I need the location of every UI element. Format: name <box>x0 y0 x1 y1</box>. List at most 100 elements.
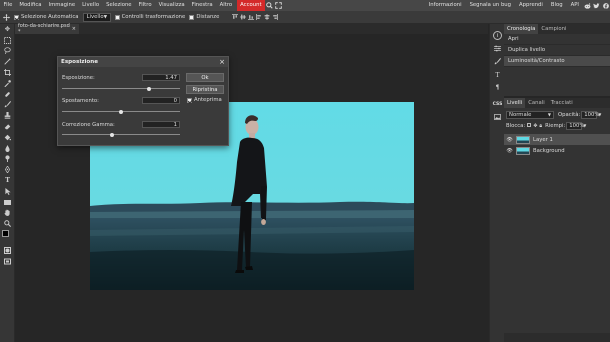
paragraph-icon[interactable]: ¶ <box>493 83 502 92</box>
blur-tool-icon[interactable] <box>0 143 15 154</box>
gamma-slider-handle[interactable] <box>109 132 114 137</box>
character-icon[interactable]: T <box>493 71 502 80</box>
menu-select[interactable]: Selezione <box>103 0 135 11</box>
search-icon[interactable] <box>265 0 274 11</box>
text-tool-icon[interactable]: T <box>0 175 15 186</box>
eye-icon[interactable]: 👁︎ <box>506 148 513 154</box>
history-item-selected[interactable]: Luminosità/Contrasto <box>504 56 610 67</box>
tab-paths[interactable]: Tracciati <box>548 98 576 108</box>
close-tab-icon[interactable]: × <box>72 26 76 32</box>
opacity-dropdown-icon[interactable]: ▼ <box>598 112 601 117</box>
ok-button[interactable]: Ok <box>186 73 224 82</box>
link-learn[interactable]: Apprendi <box>515 0 547 11</box>
menu-more[interactable]: Altro <box>216 0 235 11</box>
move-tool-icon[interactable]: ✥ <box>0 24 15 35</box>
tab-history[interactable]: Cronologia <box>504 24 539 34</box>
pen-tool-icon[interactable] <box>0 164 15 175</box>
menu-image[interactable]: Immagine <box>45 0 79 11</box>
shape-tool-icon[interactable] <box>0 197 15 208</box>
reddit-icon[interactable] <box>583 0 592 11</box>
dialog-title-bar[interactable]: Esposizione × <box>58 57 228 67</box>
magic-wand-tool-icon[interactable] <box>0 56 15 67</box>
menu-layer[interactable]: Livello <box>79 0 103 11</box>
eyedropper-tool-icon[interactable] <box>0 78 15 89</box>
link-api[interactable]: API <box>567 0 583 11</box>
hand-tool-icon[interactable] <box>0 208 15 219</box>
offset-input[interactable]: 0 <box>142 97 180 104</box>
healing-tool-icon[interactable] <box>0 89 15 100</box>
color-swatches[interactable] <box>0 229 15 245</box>
link-info[interactable]: Informazioni <box>425 0 466 11</box>
info-icon[interactable]: i <box>493 31 502 40</box>
lock-transparency-icon[interactable] <box>527 122 532 127</box>
auto-select-checkbox[interactable] <box>14 14 19 20</box>
auto-select-toggle[interactable]: Selezione Automatica <box>14 14 79 20</box>
css-icon[interactable]: CSS <box>493 100 503 109</box>
link-blog[interactable]: Blog <box>547 0 567 11</box>
paint-bucket-tool-icon[interactable] <box>0 132 15 143</box>
facebook-icon[interactable] <box>601 0 610 11</box>
align-left-icon[interactable] <box>255 13 263 22</box>
lasso-tool-icon[interactable] <box>0 46 15 57</box>
menu-account[interactable]: Account <box>236 0 266 11</box>
menu-view[interactable]: Visualizza <box>155 0 188 11</box>
exposure-slider-track[interactable] <box>62 88 180 89</box>
menu-window[interactable]: Finestra <box>188 0 216 11</box>
fullscreen-icon[interactable] <box>274 0 283 11</box>
options-bar: Selezione Automatica Livello ▼ Controlli… <box>0 11 610 24</box>
blend-mode-select[interactable]: Normale ▼ <box>506 110 554 119</box>
sliders-icon[interactable] <box>493 44 502 53</box>
preview-checkbox[interactable] <box>187 97 192 103</box>
offset-slider-handle[interactable] <box>119 109 123 114</box>
auto-select-target-select[interactable]: Livello ▼ <box>82 12 111 22</box>
quick-mask-icon[interactable] <box>0 245 15 256</box>
align-center-icon[interactable] <box>263 13 271 22</box>
menu-edit[interactable]: Modifica <box>16 0 45 11</box>
path-select-tool-icon[interactable] <box>0 186 15 197</box>
brush-tool-icon[interactable] <box>0 100 15 111</box>
dodge-tool-icon[interactable] <box>0 154 15 165</box>
brush-settings-icon[interactable] <box>493 57 502 66</box>
opacity-input[interactable]: 100% <box>581 110 599 119</box>
transform-controls-toggle[interactable]: Controlli trasformazione <box>114 14 185 20</box>
screen-mode-icon[interactable] <box>0 256 15 267</box>
clone-stamp-tool-icon[interactable] <box>0 110 15 121</box>
tab-layers[interactable]: Livelli <box>504 98 526 108</box>
transform-controls-checkbox[interactable] <box>114 14 120 20</box>
align-bottom-icon[interactable] <box>247 13 255 22</box>
distances-toggle[interactable]: Distanze <box>189 14 219 20</box>
fill-input[interactable]: 100% <box>566 121 584 130</box>
zoom-tool-icon[interactable] <box>0 218 15 229</box>
align-top-icon[interactable] <box>231 13 239 22</box>
document-tab[interactable]: foto-da-schiarire.psd * × <box>15 23 79 35</box>
fill-dropdown-icon[interactable]: ▼ <box>583 123 586 128</box>
eye-icon[interactable]: 👁︎ <box>506 137 513 143</box>
history-item[interactable]: Duplica livello <box>504 45 610 56</box>
close-dialog-icon[interactable]: × <box>219 58 225 66</box>
distances-checkbox[interactable] <box>189 14 195 20</box>
tab-channels[interactable]: Canali <box>525 98 548 108</box>
twitter-icon[interactable] <box>592 0 601 11</box>
gamma-slider-track[interactable] <box>62 134 180 135</box>
layer-row-background[interactable]: 👁︎ Background <box>504 145 610 156</box>
foreground-color-swatch[interactable] <box>2 230 9 238</box>
layer-row-layer-1[interactable]: 👁︎ Layer 1 <box>504 134 610 145</box>
align-middle-icon[interactable] <box>239 13 247 22</box>
image-icon[interactable] <box>493 112 502 121</box>
crop-tool-icon[interactable] <box>0 67 15 78</box>
link-report-bug[interactable]: Segnala un bug <box>466 0 515 11</box>
eraser-tool-icon[interactable] <box>0 121 15 132</box>
marquee-tool-icon[interactable] <box>0 35 15 46</box>
menu-file[interactable]: File <box>0 0 16 11</box>
preview-toggle[interactable]: Anteprima <box>187 97 222 103</box>
reset-button[interactable]: Ripristina <box>186 85 224 94</box>
align-right-icon[interactable] <box>271 13 279 22</box>
history-item[interactable]: Apri <box>504 34 610 45</box>
gamma-input[interactable]: 1 <box>142 121 180 128</box>
lock-all-icon[interactable]: 🔒︎ <box>539 123 542 129</box>
menu-filter[interactable]: Filtro <box>135 0 155 11</box>
exposure-input[interactable]: 1.47 <box>142 74 180 81</box>
lock-position-icon[interactable]: ✥ <box>533 123 537 129</box>
exposure-slider-handle[interactable] <box>147 86 152 91</box>
tab-swatches[interactable]: Campioni <box>538 24 569 34</box>
